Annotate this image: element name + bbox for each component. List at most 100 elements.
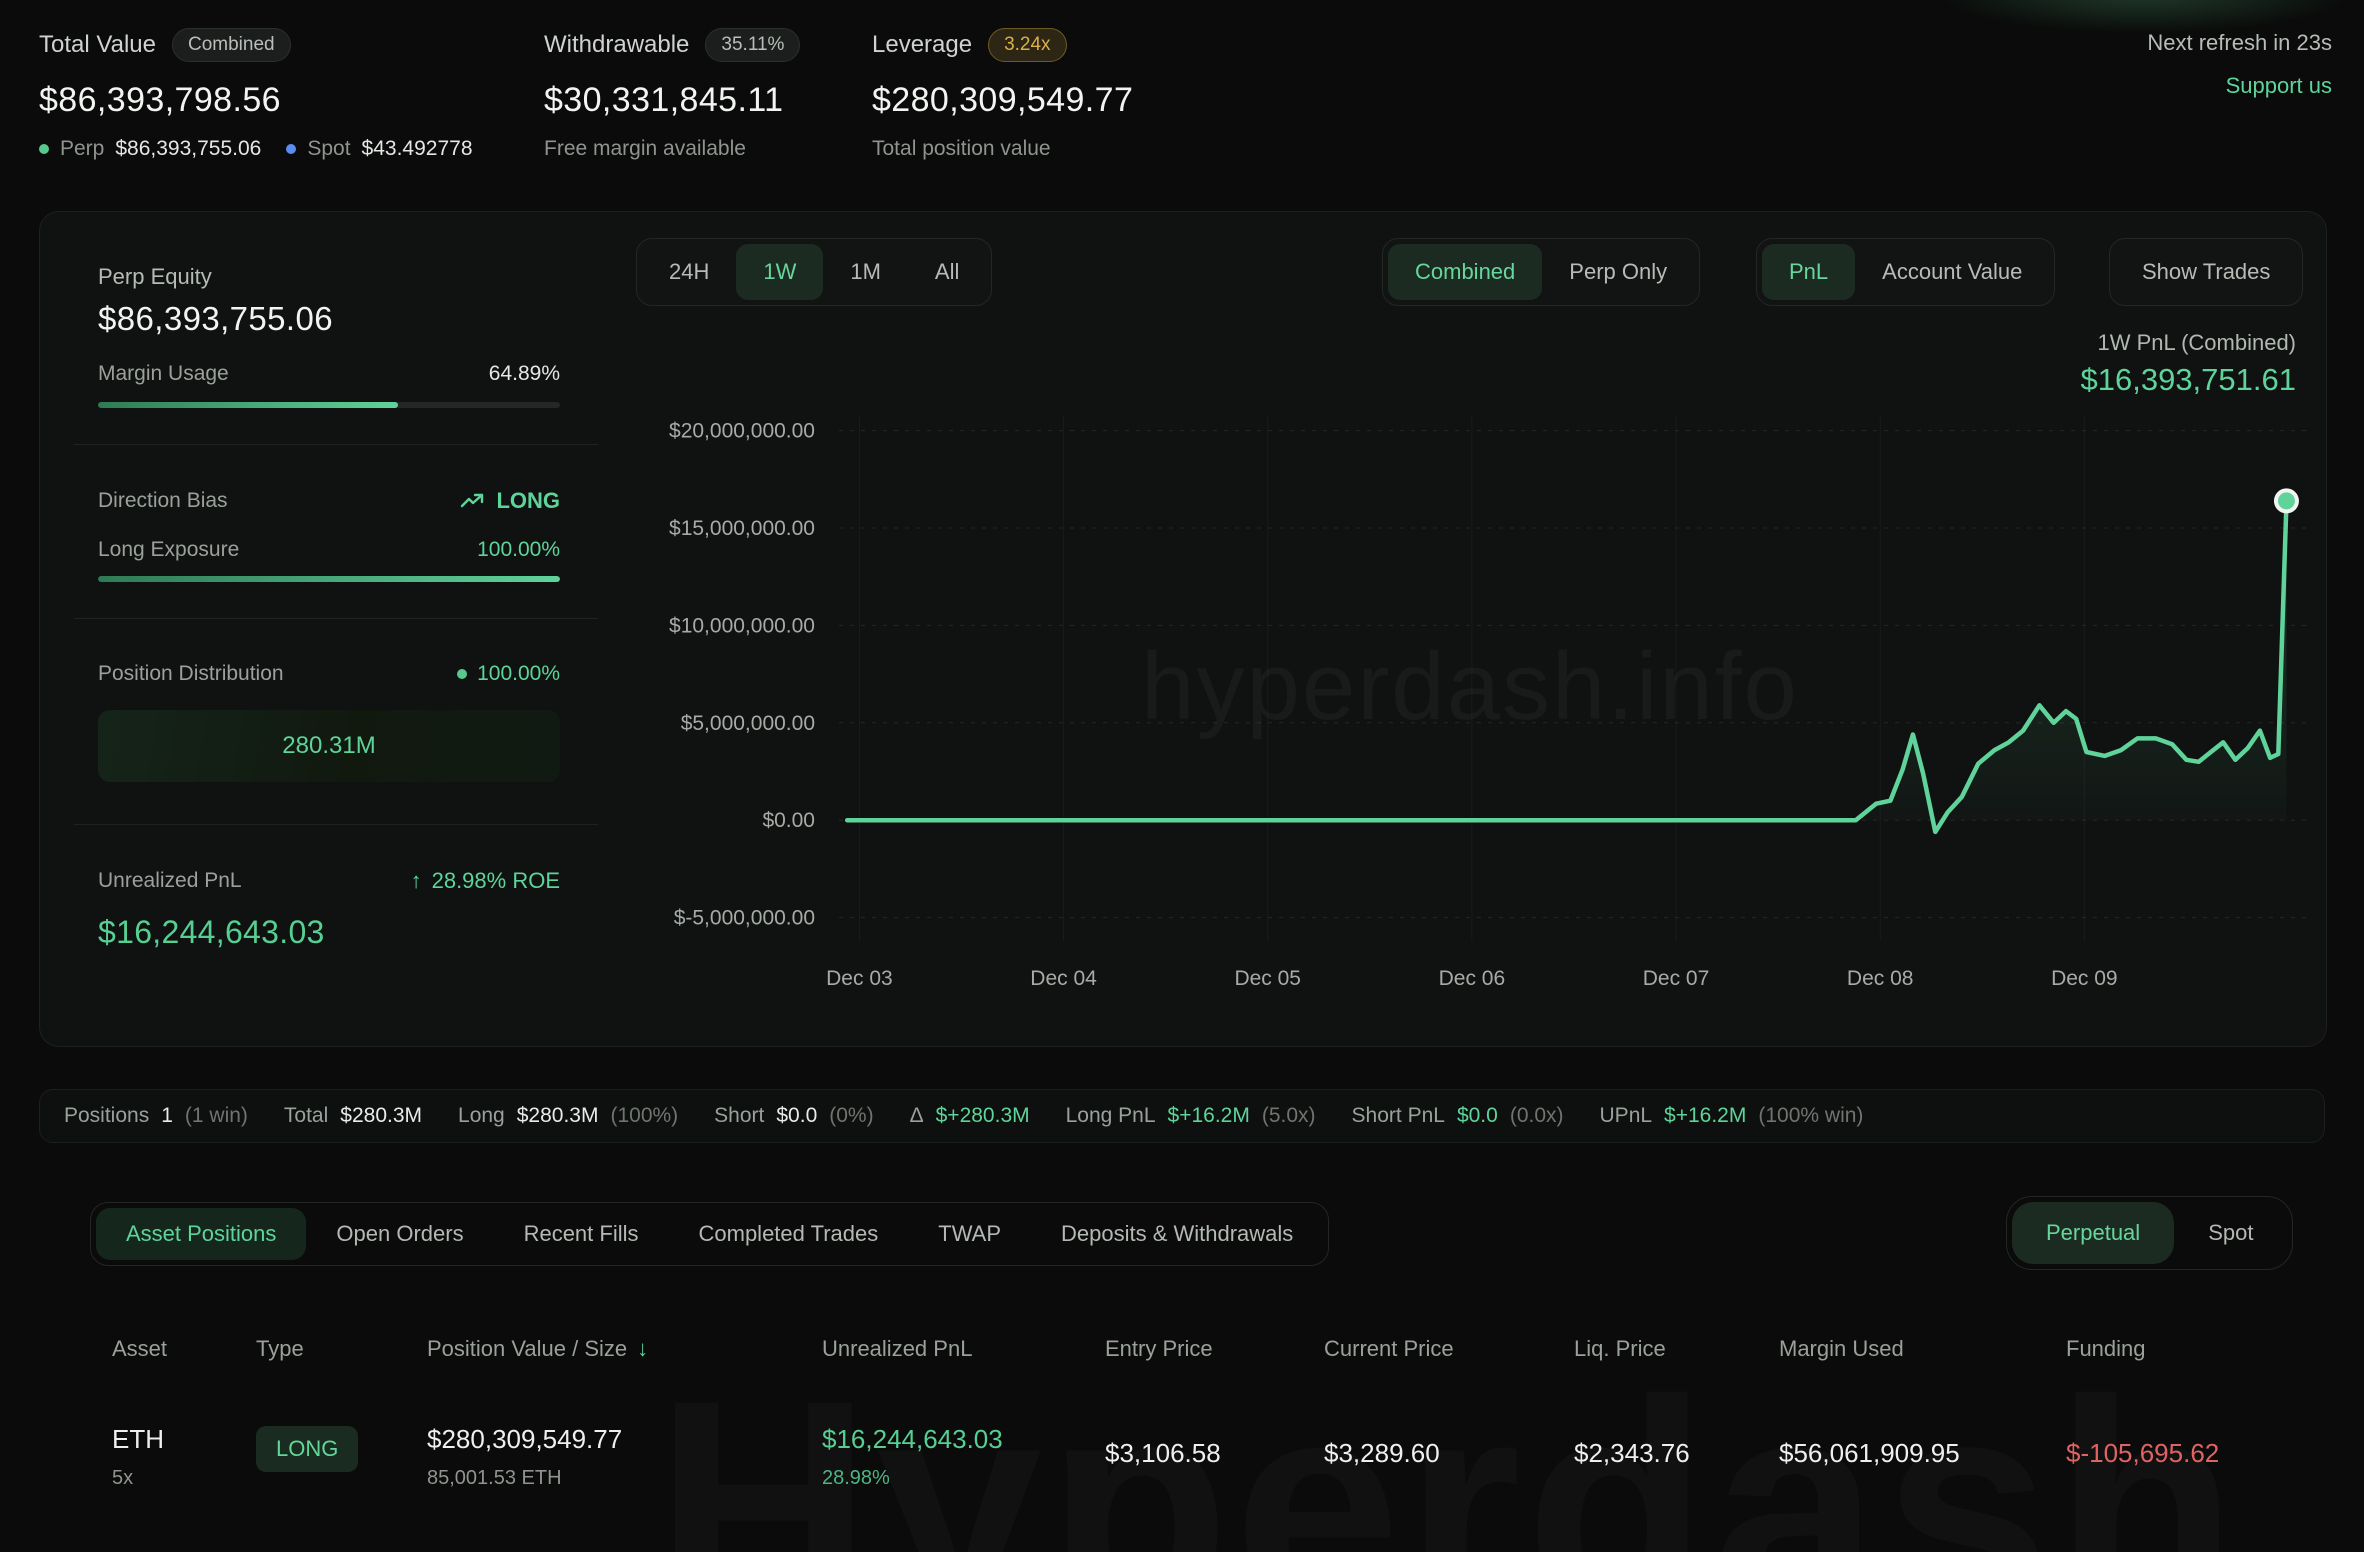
svg-text:$10,000,000.00: $10,000,000.00 — [669, 614, 815, 637]
long-exposure-label: Long Exposure — [98, 538, 239, 562]
range-1w-button[interactable]: 1W — [736, 244, 823, 300]
col-funding: Funding — [2066, 1336, 2325, 1362]
total-value-metric: Total Value Combined $86,393,798.56 Perp… — [39, 28, 473, 161]
col-unrealized-pnl: Unrealized PnL — [822, 1336, 1105, 1362]
long-badge: LONG — [256, 1426, 358, 1472]
time-range-group: 24H 1W 1M All — [636, 238, 992, 306]
summary-total: Total $280.3M — [284, 1104, 422, 1128]
tab-twap[interactable]: TWAP — [908, 1208, 1031, 1260]
margin-usage-bar — [98, 402, 560, 408]
summary-delta: Δ $+280.3M — [910, 1104, 1030, 1128]
col-liq-price: Liq. Price — [1574, 1336, 1779, 1362]
panel-divider — [74, 444, 598, 445]
position-distribution-pct: 100.00% — [477, 662, 560, 686]
position-distribution-box: 280.31M — [98, 710, 560, 782]
cell-funding: $-105,695.62 — [2066, 1438, 2325, 1469]
leverage-value: $280,309,549.77 — [872, 81, 1133, 120]
cell-type: LONG — [256, 1424, 427, 1472]
arrow-up-icon: ↑ — [411, 868, 422, 894]
perp-label: Perp — [60, 137, 104, 161]
mode-perp-only-button[interactable]: Perp Only — [1542, 244, 1694, 300]
position-distribution-value: 280.31M — [282, 732, 375, 760]
refresh-countdown: Next refresh in 23s — [2147, 30, 2332, 56]
range-24h-button[interactable]: 24H — [642, 244, 736, 300]
svg-text:$20,000,000.00: $20,000,000.00 — [669, 420, 815, 443]
svg-text:Dec 09: Dec 09 — [2051, 967, 2118, 990]
position-distribution-label: Position Distribution — [98, 662, 284, 686]
tab-asset-positions[interactable]: Asset Positions — [96, 1208, 306, 1260]
margin-usage-fill — [98, 402, 398, 408]
col-position-value[interactable]: Position Value / Size ↓ — [427, 1336, 822, 1362]
leverage-badge: 3.24x — [988, 28, 1066, 62]
mode-combined-button[interactable]: Combined — [1388, 244, 1542, 300]
long-exposure-value: 100.00% — [477, 538, 560, 562]
svg-text:Dec 08: Dec 08 — [1847, 967, 1914, 990]
withdrawable-metric: Withdrawable 35.11% $30,331,845.11 Free … — [544, 28, 800, 161]
long-exposure-fill — [98, 576, 560, 582]
metric-pnl-button[interactable]: PnL — [1762, 244, 1855, 300]
metric-group: PnL Account Value — [1756, 238, 2055, 306]
tab-open-orders[interactable]: Open Orders — [306, 1208, 493, 1260]
svg-text:$0.00: $0.00 — [762, 809, 815, 832]
asset-positions-table: Asset Type Position Value / Size ↓ Unrea… — [39, 1336, 2325, 1490]
withdrawable-pct-badge: 35.11% — [705, 28, 800, 62]
cell-asset: ETH 5x — [112, 1424, 256, 1490]
summary-upnl: UPnL $+16.2M (100% win) — [1600, 1104, 1864, 1128]
cell-entry-price: $3,106.58 — [1105, 1438, 1324, 1469]
show-trades-group: Show Trades — [2109, 238, 2303, 306]
market-perpetual-button[interactable]: Perpetual — [2012, 1202, 2174, 1264]
chart-summary-label: 1W PnL (Combined) — [2098, 330, 2296, 356]
tab-completed-trades[interactable]: Completed Trades — [669, 1208, 909, 1260]
range-1m-button[interactable]: 1M — [823, 244, 908, 300]
long-exposure-bar — [98, 576, 560, 582]
margin-usage-label: Margin Usage — [98, 362, 229, 386]
col-entry-price: Entry Price — [1105, 1336, 1324, 1362]
svg-text:$5,000,000.00: $5,000,000.00 — [681, 712, 815, 735]
spot-value: $43.492778 — [362, 137, 473, 161]
withdrawable-value: $30,331,845.11 — [544, 81, 800, 120]
perp-equity-value: $86,393,755.06 — [98, 300, 333, 338]
svg-text:Dec 07: Dec 07 — [1643, 967, 1710, 990]
tab-recent-fills[interactable]: Recent Fills — [494, 1208, 669, 1260]
metric-account-value-button[interactable]: Account Value — [1855, 244, 2049, 300]
market-spot-button[interactable]: Spot — [2174, 1202, 2287, 1264]
trend-up-icon — [460, 492, 486, 510]
chart-summary-value: $16,393,751.61 — [2081, 362, 2297, 398]
leverage-sub: Total position value — [872, 137, 1051, 161]
combined-badge: Combined — [172, 28, 291, 62]
perp-equity-label: Perp Equity — [98, 264, 212, 290]
leverage-label: Leverage — [872, 31, 972, 59]
cell-position-value: $280,309,549.77 85,001.53 ETH — [427, 1424, 822, 1490]
col-type: Type — [256, 1336, 427, 1362]
col-asset: Asset — [112, 1336, 256, 1362]
show-trades-button[interactable]: Show Trades — [2115, 244, 2297, 300]
range-all-button[interactable]: All — [908, 244, 986, 300]
panel-divider — [74, 824, 598, 825]
svg-text:Dec 06: Dec 06 — [1439, 967, 1506, 990]
margin-usage-value: 64.89% — [489, 362, 560, 386]
cell-margin-used: $56,061,909.95 — [1779, 1438, 2066, 1469]
svg-text:Dec 04: Dec 04 — [1030, 967, 1097, 990]
tab-deposits-withdrawals[interactable]: Deposits & Withdrawals — [1031, 1208, 1323, 1260]
col-current-price: Current Price — [1324, 1336, 1574, 1362]
pnl-chart[interactable]: $20,000,000.00$15,000,000.00$10,000,000.… — [601, 401, 2331, 1021]
unrealized-pnl-value: $16,244,643.03 — [98, 914, 325, 951]
perp-value: $86,393,755.06 — [115, 137, 261, 161]
roe-value: 28.98% ROE — [432, 868, 560, 894]
leverage-metric: Leverage 3.24x $280,309,549.77 Total pos… — [872, 28, 1133, 161]
sort-desc-icon: ↓ — [637, 1336, 648, 1362]
summary-long: Long $280.3M (100%) — [458, 1104, 678, 1128]
table-header-row: Asset Type Position Value / Size ↓ Unrea… — [112, 1336, 2325, 1362]
hyperdash-dashboard: Total Value Combined $86,393,798.56 Perp… — [0, 0, 2364, 1552]
long-dot-icon — [457, 669, 467, 679]
summary-short: Short $0.0 (0%) — [714, 1104, 873, 1128]
total-value-label: Total Value — [39, 31, 156, 59]
direction-bias-label: Direction Bias — [98, 489, 228, 513]
direction-bias-value: LONG — [496, 488, 560, 514]
support-us-link[interactable]: Support us — [2147, 73, 2332, 99]
svg-text:$-5,000,000.00: $-5,000,000.00 — [674, 907, 815, 930]
total-value: $86,393,798.56 — [39, 81, 473, 120]
table-row[interactable]: ETH 5x LONG $280,309,549.77 85,001.53 ET… — [112, 1424, 2325, 1490]
panel-divider — [74, 618, 598, 619]
svg-text:Dec 05: Dec 05 — [1234, 967, 1301, 990]
